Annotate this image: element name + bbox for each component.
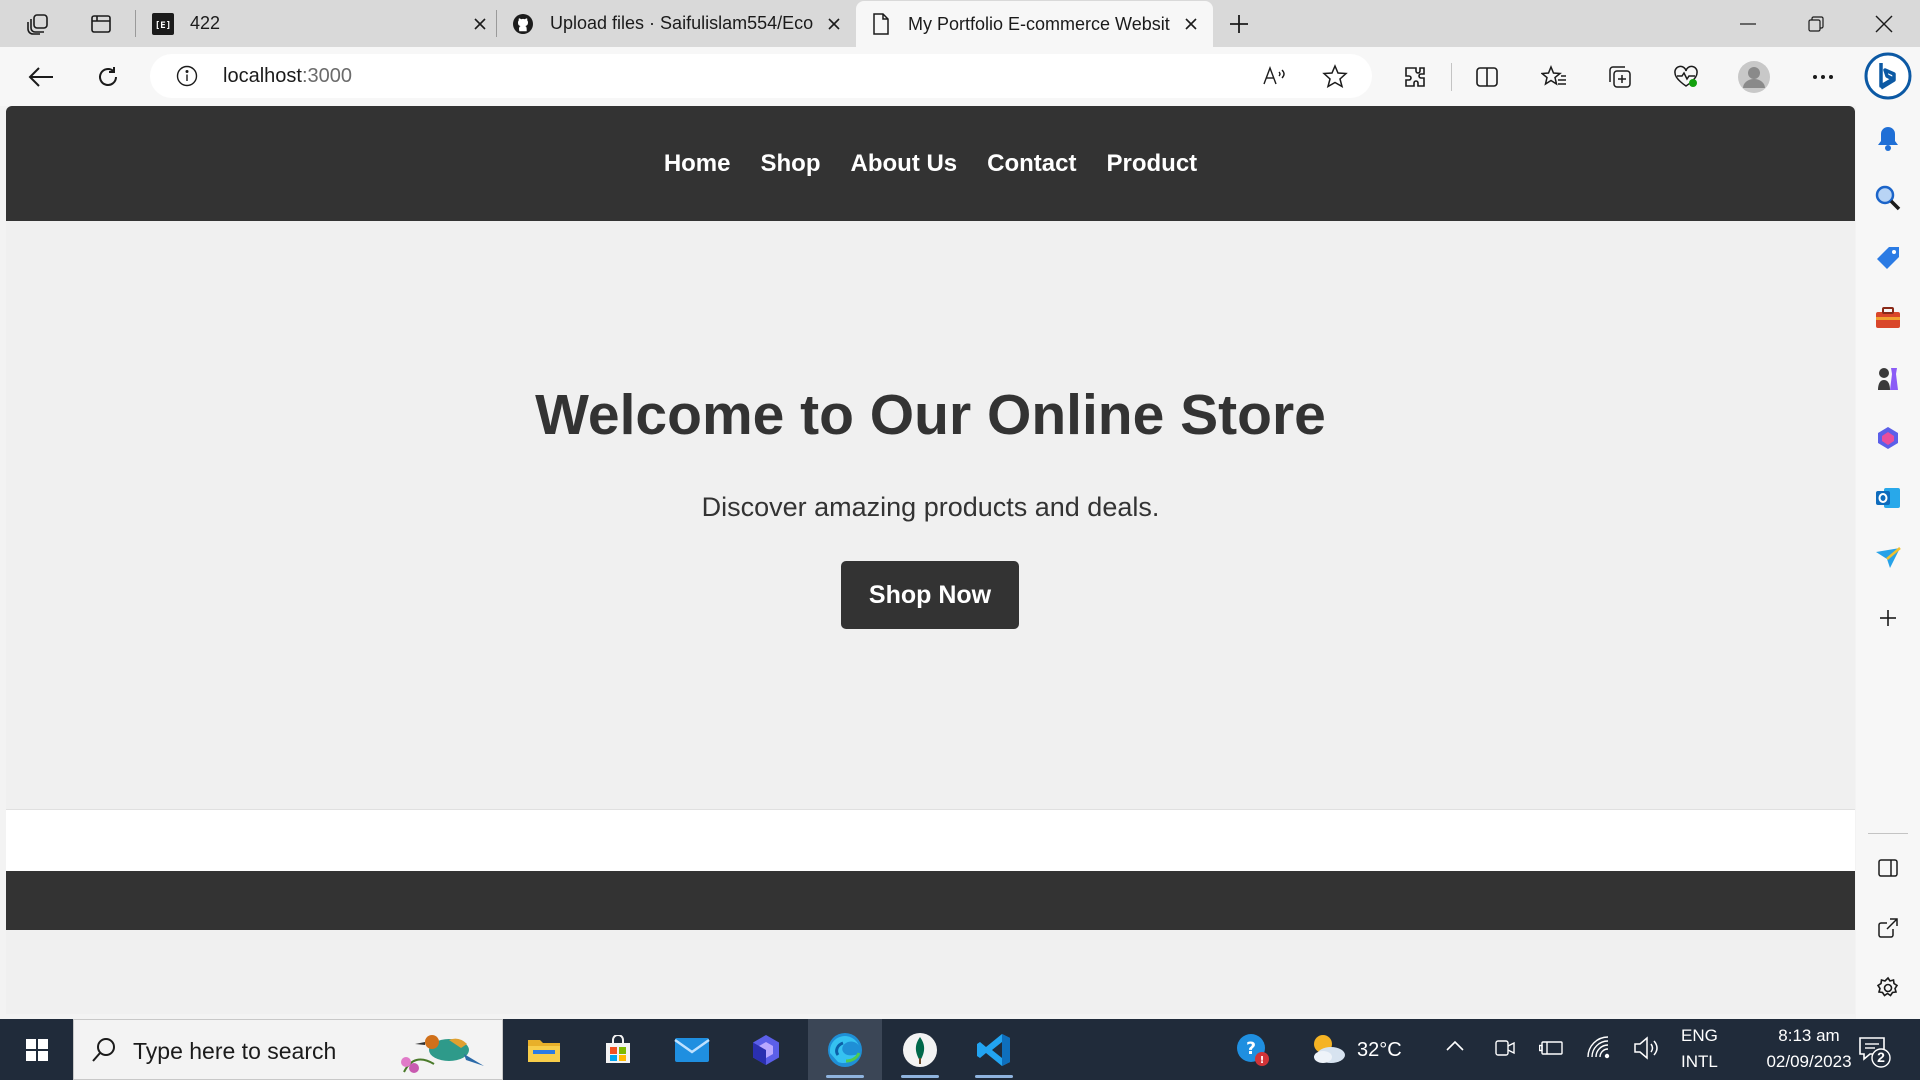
clock-time[interactable]: 8:13 am bbox=[1750, 1026, 1868, 1046]
language-eng[interactable]: ENG bbox=[1681, 1026, 1718, 1046]
microsoft-365-icon[interactable] bbox=[1872, 422, 1904, 454]
open-external-icon[interactable] bbox=[1872, 912, 1904, 944]
profile-avatar[interactable] bbox=[1736, 59, 1772, 95]
windows-taskbar: Type here to search ?! 32°C ENG INTL 8:1… bbox=[0, 1019, 1920, 1080]
url-port: :3000 bbox=[301, 65, 352, 87]
search-highlight-bird-icon bbox=[394, 1022, 494, 1080]
site-navbar: Home Shop About Us Contact Product bbox=[6, 106, 1855, 221]
page-viewport: Home Shop About Us Contact Product Welco… bbox=[6, 106, 1855, 1014]
browser-toolbar: localhost:3000 bbox=[0, 47, 1920, 106]
search-magnifier-icon bbox=[90, 1036, 118, 1069]
new-tab-icon[interactable] bbox=[1224, 9, 1254, 39]
tab-title: 422 bbox=[190, 13, 221, 33]
weather-partly-cloudy-icon[interactable] bbox=[1307, 1031, 1347, 1072]
favorites-icon[interactable] bbox=[1536, 59, 1572, 95]
read-aloud-icon[interactable] bbox=[1262, 64, 1288, 93]
hide-sidebar-icon[interactable] bbox=[1872, 852, 1904, 884]
nav-shop[interactable]: Shop bbox=[761, 150, 821, 178]
e-logo-icon: [E] bbox=[152, 12, 174, 35]
copilot-hex-icon[interactable] bbox=[729, 1019, 803, 1080]
notifications-bell-icon[interactable] bbox=[1872, 122, 1904, 154]
battery-icon[interactable] bbox=[1538, 1039, 1565, 1062]
svg-text:!: ! bbox=[1260, 1055, 1265, 1066]
microsoft-store-icon[interactable] bbox=[581, 1019, 655, 1080]
close-tab-icon[interactable] bbox=[1179, 12, 1203, 36]
add-sidebar-app-icon[interactable] bbox=[1872, 602, 1904, 634]
nav-about-us[interactable]: About Us bbox=[851, 150, 958, 178]
toolbar-divider bbox=[1451, 63, 1452, 91]
bing-copilot-icon[interactable] bbox=[1864, 52, 1912, 100]
edge-sidebar bbox=[1856, 47, 1920, 1019]
tab-2[interactable]: Upload files · Saifulislam554/Ecor bbox=[512, 0, 846, 47]
file-explorer-icon[interactable] bbox=[507, 1019, 581, 1080]
nav-contact[interactable]: Contact bbox=[987, 150, 1076, 178]
close-tab-icon[interactable] bbox=[468, 12, 492, 36]
collections-icon[interactable] bbox=[1602, 59, 1638, 95]
address-bar[interactable]: localhost:3000 bbox=[150, 54, 1372, 98]
favorite-star-icon[interactable] bbox=[1322, 64, 1348, 93]
volume-icon[interactable] bbox=[1633, 1036, 1661, 1065]
refresh-icon[interactable] bbox=[90, 59, 126, 95]
weather-temperature[interactable]: 32°C bbox=[1357, 1039, 1402, 1062]
tab-separator bbox=[135, 10, 136, 37]
taskbar-search-box[interactable]: Type here to search bbox=[73, 1019, 503, 1080]
close-window-icon[interactable] bbox=[1850, 0, 1918, 47]
notification-count: 2 bbox=[1877, 1049, 1885, 1065]
search-icon[interactable] bbox=[1872, 182, 1904, 214]
svg-text:?: ? bbox=[1246, 1039, 1256, 1059]
tab-actions-icon[interactable] bbox=[86, 9, 116, 39]
url-text[interactable]: localhost:3000 bbox=[223, 65, 352, 88]
tab-title: My Portfolio E-commerce Websit bbox=[908, 13, 1170, 34]
page-icon bbox=[870, 13, 892, 35]
github-icon bbox=[512, 13, 534, 35]
more-options-icon[interactable] bbox=[1805, 59, 1841, 95]
shop-now-button[interactable]: Shop Now bbox=[841, 561, 1019, 629]
empty-section bbox=[6, 809, 1855, 871]
restore-icon[interactable] bbox=[1782, 0, 1850, 47]
tab-1[interactable]: [E] 422 bbox=[152, 0, 492, 47]
browser-tab-strip: [E] 422 Upload files · Saifulislam554/Ec… bbox=[0, 0, 1920, 47]
show-hidden-icons-chevron[interactable] bbox=[1445, 1039, 1465, 1058]
url-host: localhost bbox=[223, 65, 302, 87]
help-alert-icon[interactable]: ?! bbox=[1236, 1033, 1270, 1072]
browser-essentials-icon[interactable] bbox=[1668, 59, 1704, 95]
tab-title: Upload files · Saifulislam554/Ecor bbox=[550, 13, 814, 33]
split-screen-icon[interactable] bbox=[1469, 59, 1505, 95]
wifi-icon[interactable] bbox=[1586, 1035, 1614, 1066]
shopping-tag-icon[interactable] bbox=[1872, 242, 1904, 274]
extensions-icon[interactable] bbox=[1397, 59, 1433, 95]
settings-gear-icon[interactable] bbox=[1872, 972, 1904, 1004]
tab-3-active[interactable]: My Portfolio E-commerce Websit bbox=[856, 1, 1213, 47]
hero-title: Welcome to Our Online Store bbox=[535, 383, 1326, 447]
drop-send-icon[interactable] bbox=[1872, 542, 1904, 574]
workspaces-icon[interactable] bbox=[23, 9, 53, 39]
outlook-icon[interactable] bbox=[1872, 482, 1904, 514]
language-intl[interactable]: INTL bbox=[1681, 1052, 1718, 1072]
search-placeholder: Type here to search bbox=[133, 1038, 337, 1064]
hero-subtitle: Discover amazing products and deals. bbox=[701, 492, 1160, 522]
svg-text:[E]: [E] bbox=[155, 21, 171, 31]
nav-product[interactable]: Product bbox=[1107, 150, 1198, 178]
vscode-icon[interactable] bbox=[957, 1019, 1031, 1080]
site-info-icon[interactable] bbox=[176, 65, 198, 92]
mongodb-compass-icon[interactable] bbox=[883, 1019, 957, 1080]
site-footer bbox=[6, 871, 1855, 930]
meet-now-icon[interactable] bbox=[1494, 1037, 1516, 1064]
start-windows-icon[interactable] bbox=[0, 1019, 74, 1080]
games-chess-icon[interactable] bbox=[1872, 362, 1904, 394]
sidebar-divider bbox=[1868, 833, 1908, 834]
notification-center-icon[interactable]: 2 bbox=[1857, 1034, 1891, 1068]
close-tab-icon[interactable] bbox=[822, 12, 846, 36]
back-icon[interactable] bbox=[23, 59, 59, 95]
nav-home[interactable]: Home bbox=[664, 150, 731, 178]
tools-briefcase-icon[interactable] bbox=[1872, 302, 1904, 334]
edge-browser-icon[interactable] bbox=[808, 1019, 882, 1080]
tab-separator bbox=[496, 10, 497, 37]
mail-icon[interactable] bbox=[655, 1019, 729, 1080]
minimize-icon[interactable] bbox=[1714, 0, 1782, 47]
